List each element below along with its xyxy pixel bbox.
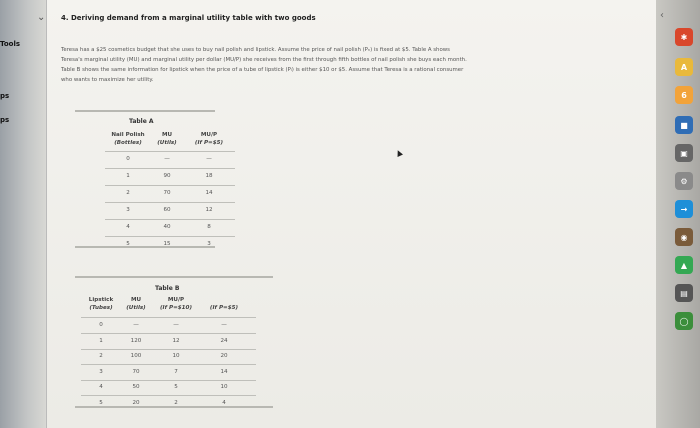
sidebar-item-2[interactable]: ps (0, 116, 9, 124)
table-b-cell: 20 (220, 353, 228, 359)
question-line-1: Teresa has a $25 cosmetics budget that s… (61, 47, 450, 53)
table-a-cell: 70 (163, 190, 171, 196)
table-b-cell: 3 (99, 368, 103, 375)
table-b-bottom-rule (75, 406, 273, 408)
table-a-row-rule (105, 236, 235, 237)
table-b-cell: 1 (99, 337, 103, 344)
app-icon-1[interactable]: ✱ (675, 28, 693, 46)
table-b-col4-header: (If P=$5) (197, 304, 251, 312)
table-b-col1-name: Lipstick (88, 297, 114, 303)
question-line-3: Table B shows the same information for l… (61, 67, 464, 73)
app-icon-4[interactable]: ■ (675, 116, 693, 134)
app-icon-8[interactable]: ◉ (675, 228, 693, 246)
table-b-row-rule (81, 348, 256, 350)
table-a-cell: 90 (163, 173, 171, 179)
app-icon-3[interactable]: 6 (675, 86, 693, 104)
table-b-col3-name: MU/P (167, 297, 185, 303)
app-icon-7[interactable]: → (675, 200, 693, 218)
table-a-cell: 12 (205, 207, 213, 213)
table-b-col2-unit: (Utils) (126, 305, 146, 311)
table-a-cell: — (164, 156, 170, 162)
table-b-cell: 5 (99, 399, 103, 406)
table-a-cell: 40 (163, 224, 171, 230)
table-a-cell: 60 (163, 207, 171, 213)
chevron-left-icon[interactable]: ‹ (660, 10, 664, 21)
table-a-col1-header: Nail Polish (Bottles) (105, 131, 151, 147)
question-title: 4. Deriving demand from a marginal utili… (61, 14, 316, 22)
table-a-row-rule (105, 219, 235, 220)
table-a-col3-unit: (If P=$5) (194, 140, 224, 146)
question-line-4: who wants to maximize her utility. (61, 77, 154, 83)
app-icon-2[interactable]: A (675, 58, 693, 76)
table-b-cell: 4 (99, 384, 103, 390)
table-b-cell: 0 (99, 322, 103, 328)
table-a-cell: 0 (126, 156, 130, 162)
table-b-cell: 14 (220, 368, 228, 375)
table-a-col2-unit: (Utils) (157, 140, 177, 146)
table-a-cell: 8 (207, 224, 211, 230)
table-a-cell: 1 (126, 173, 130, 179)
table-b-cell: — (173, 322, 179, 328)
question-page: 4. Deriving demand from a marginal utili… (46, 0, 656, 428)
sidebar-item-1[interactable]: ps (0, 92, 9, 100)
table-a-cell: 2 (126, 190, 130, 196)
table-b-cell: 2 (99, 353, 103, 359)
table-a-col2-name: MU (161, 132, 173, 138)
app-icon-9[interactable]: ▲ (675, 256, 693, 274)
table-b-row-rule (81, 364, 256, 365)
table-b-header-rule (81, 317, 256, 318)
table-b-cell: 10 (220, 384, 228, 390)
table-a-row-rule (105, 202, 235, 203)
table-a-cell: 18 (205, 173, 213, 179)
table-b-row-rule (81, 333, 256, 334)
left-sidebar: Tools ps ps ⌄ (0, 0, 46, 428)
table-a-row-rule (105, 168, 235, 169)
tools-label[interactable]: Tools (0, 40, 20, 48)
table-b-row-rule (81, 379, 256, 381)
app-icon-10[interactable]: ▤ (675, 284, 693, 302)
table-b-col3-header: MU/P (If P=$10) (149, 296, 203, 312)
table-a-row-rule (105, 185, 235, 186)
table-a-col1-name: Nail Polish (111, 132, 145, 138)
table-b-cell: 24 (220, 337, 228, 344)
table-b-col3-unit: (If P=$10) (159, 305, 193, 311)
app-icon-5[interactable]: ▣ (675, 144, 693, 162)
table-a-cell: 14 (205, 190, 213, 196)
table-b-cell: 12 (172, 337, 180, 344)
table-b-cell: 10 (172, 353, 180, 359)
table-b-col2-name: MU (130, 297, 142, 303)
app-icon-11[interactable]: ◯ (675, 312, 693, 330)
table-b-row-rule (81, 395, 256, 396)
table-b-cell: — (221, 322, 227, 328)
table-b-cell: 5 (174, 384, 178, 390)
table-b-col4-unit: (If P=$5) (209, 305, 239, 311)
table-a-top-rule (75, 110, 215, 112)
table-b-cell: 4 (222, 399, 226, 406)
table-a-cell: — (206, 156, 212, 162)
table-a-col2-header: MU (Utils) (147, 131, 187, 147)
table-a-bottom-rule (75, 246, 215, 248)
table-b-col1-header: Lipstick (Tubes) (81, 296, 121, 312)
table-b-title: Table B (155, 285, 180, 292)
table-a-col3-header: MU/P (If P=$5) (184, 131, 234, 147)
chevron-down-icon[interactable]: ⌄ (37, 12, 45, 23)
right-dock: ‹ ✱ A 6 ■ ▣ ⚙ → ◉ ▲ ▤ ◯ (656, 0, 700, 428)
table-b-top-rule (75, 276, 273, 278)
table-a-title: Table A (129, 118, 154, 125)
table-a-header-rule (105, 151, 235, 152)
table-a-col1-unit: (Bottles) (114, 140, 142, 146)
mouse-cursor-icon (395, 149, 403, 157)
table-a-cell: 4 (126, 224, 130, 230)
table-b-col1-unit: (Tubes) (89, 305, 113, 311)
question-line-2: Teresa's marginal utility (MU) and margi… (61, 57, 467, 63)
question-text: Teresa has a $25 cosmetics budget that s… (61, 45, 561, 85)
table-b-cell: 2 (174, 399, 178, 406)
app-icon-6[interactable]: ⚙ (675, 172, 693, 190)
table-b-cell: 7 (174, 368, 178, 375)
table-a-cell: 3 (126, 207, 130, 213)
table-a-col3-name: MU/P (200, 132, 218, 138)
